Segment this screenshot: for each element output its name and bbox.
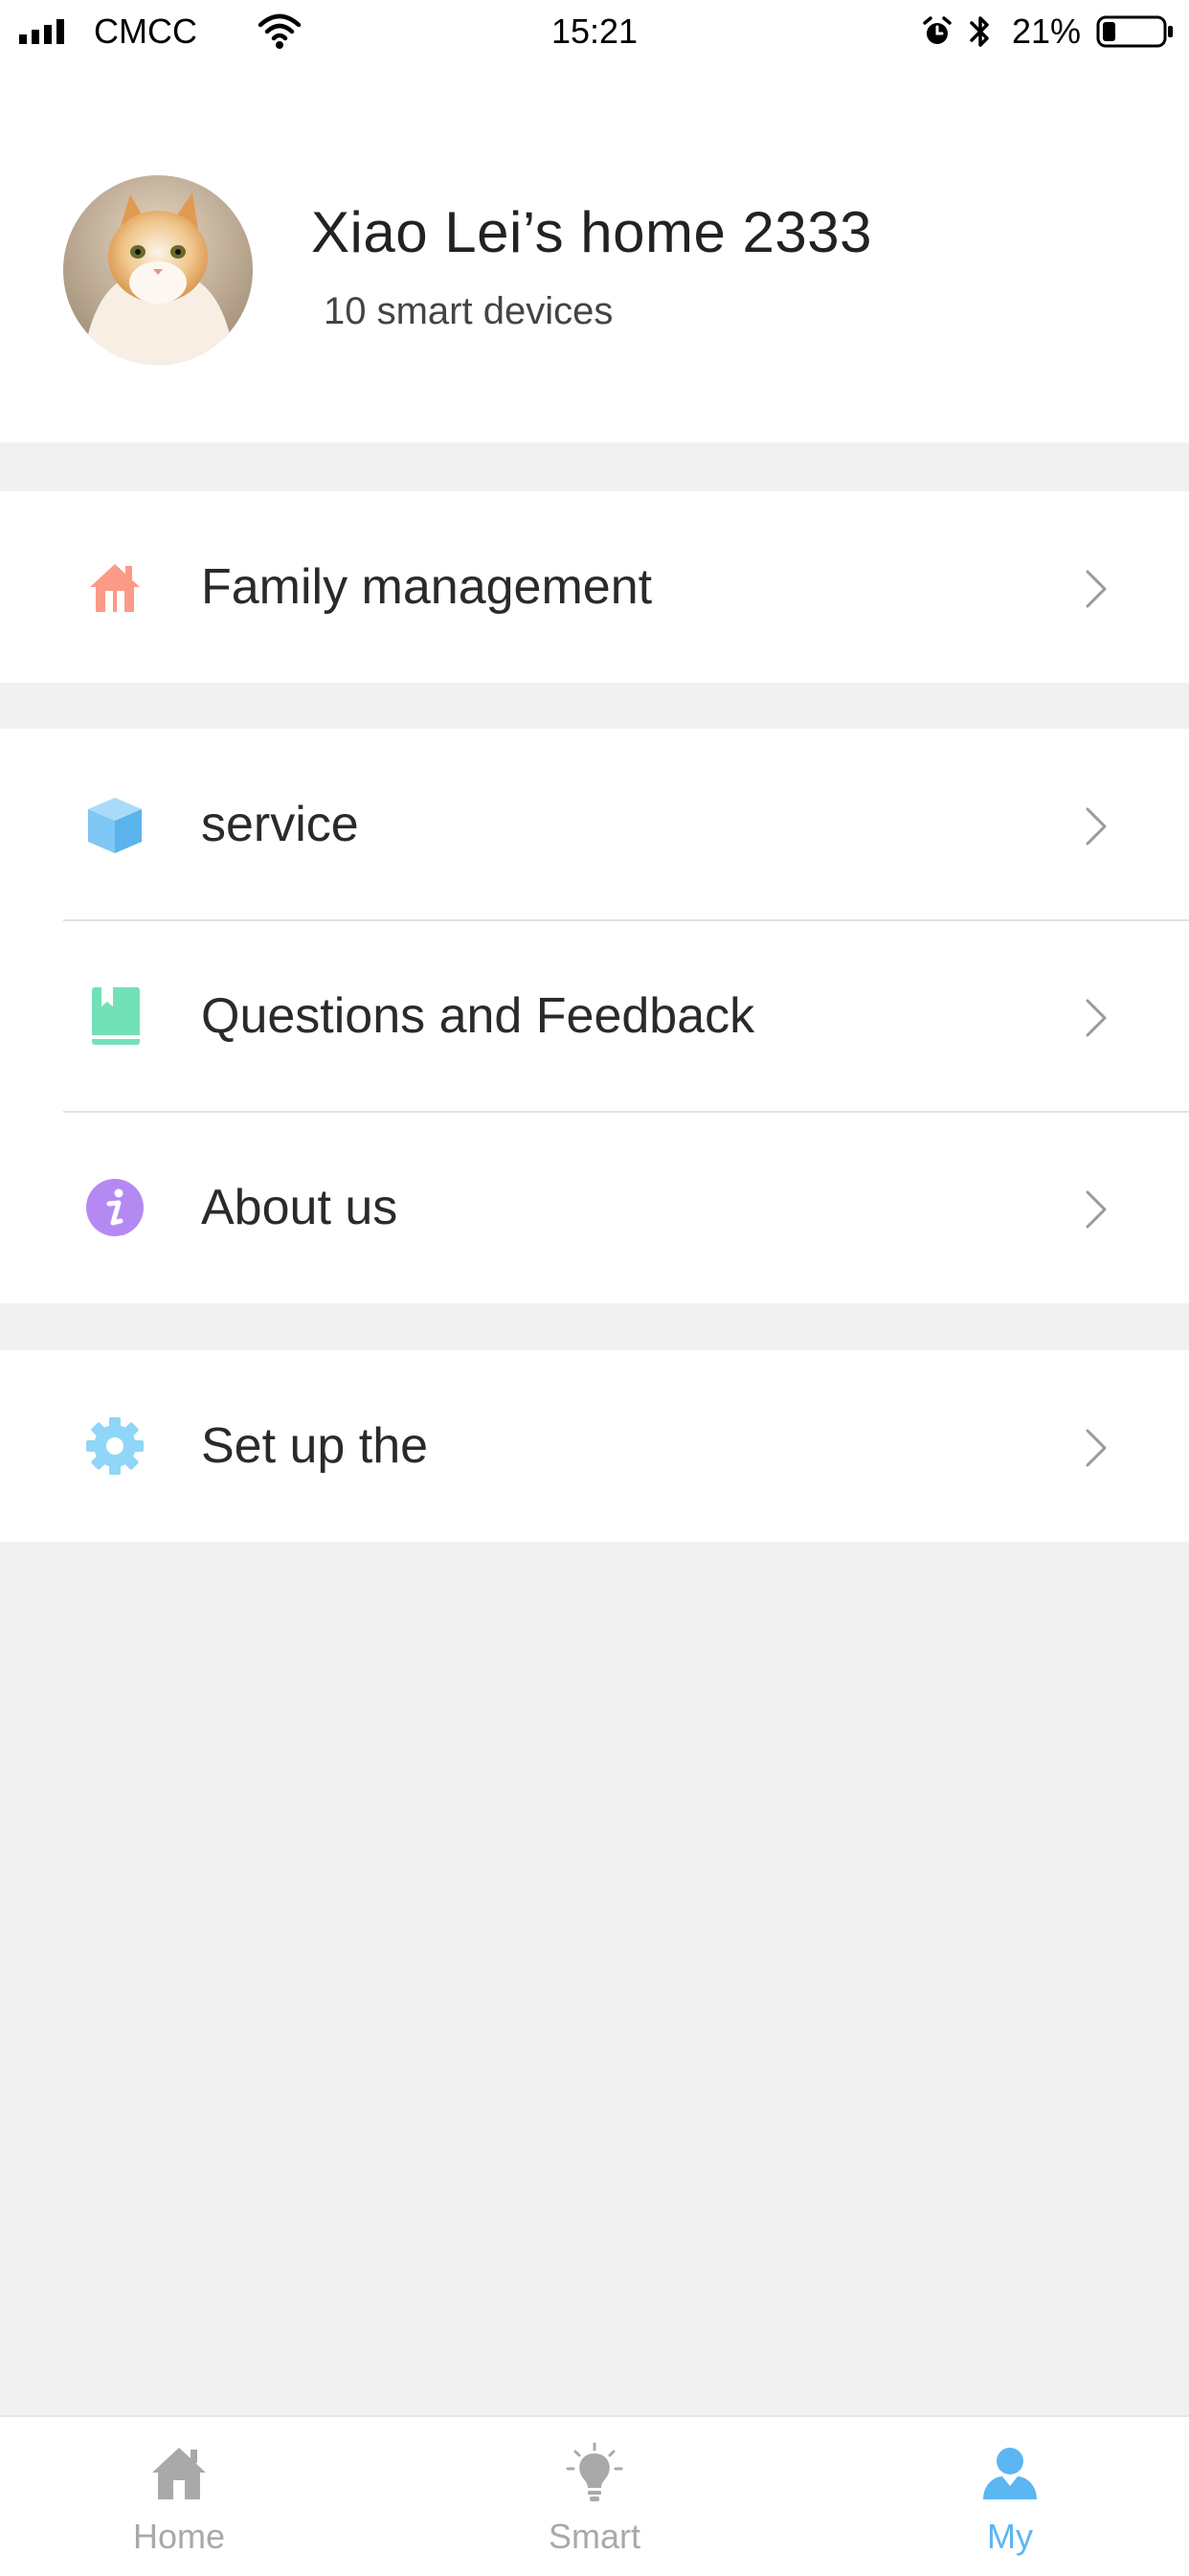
chevron-right-icon	[1086, 1429, 1107, 1467]
menu-label-feedback: Questions and Feedback	[201, 988, 755, 1044]
clock: 15:21	[550, 11, 639, 51]
tab-my[interactable]: My	[876, 2417, 1144, 2576]
lightbulb-icon	[566, 2442, 623, 2501]
menu-label-family: Family management	[201, 559, 653, 615]
house-icon	[90, 564, 140, 612]
alarm-icon	[923, 16, 952, 44]
device-count: 10 smart devices	[324, 290, 614, 332]
menu-group-settings: Set up the	[0, 1350, 1189, 1542]
menu-item-about-us[interactable]: About us	[0, 1112, 1189, 1303]
tab-label-home: Home	[132, 2517, 226, 2556]
tab-smart[interactable]: Smart	[460, 2417, 729, 2576]
profile-header[interactable]: Xiao Lei’s home 2333 10 smart devices	[0, 63, 1189, 442]
menu-label-service: service	[201, 797, 359, 852]
home-icon	[152, 2448, 206, 2499]
book-icon	[92, 987, 140, 1045]
chevron-right-icon	[1086, 1190, 1107, 1229]
menu-label-about: About us	[201, 1180, 398, 1235]
tab-label-my: My	[987, 2517, 1033, 2556]
chevron-right-icon	[1086, 807, 1107, 846]
menu-item-service[interactable]: service	[0, 729, 1189, 920]
chevron-right-icon	[1086, 999, 1107, 1037]
user-icon	[983, 2448, 1037, 2499]
cube-icon	[88, 798, 142, 853]
menu-group-info: service Questions and Feedback About us	[0, 729, 1189, 1303]
menu-item-set-up[interactable]: Set up the	[0, 1350, 1189, 1542]
menu-item-questions-feedback[interactable]: Questions and Feedback	[0, 920, 1189, 1112]
status-bar: CMCC 15:21 21%	[0, 0, 1189, 63]
tab-bar: Home Smart My	[0, 2415, 1189, 2576]
cat-avatar	[63, 175, 253, 365]
menu-item-family-management[interactable]: Family management	[0, 491, 1189, 683]
battery-icon	[1096, 15, 1173, 48]
menu-label-setup: Set up the	[201, 1418, 429, 1474]
menu-group-family: Family management	[0, 491, 1189, 683]
gear-icon	[86, 1417, 144, 1475]
bluetooth-icon	[970, 16, 989, 47]
battery-percent: 21%	[1012, 11, 1082, 51]
avatar[interactable]	[63, 175, 253, 365]
tab-label-smart: Smart	[548, 2517, 640, 2556]
tab-home[interactable]: Home	[45, 2417, 313, 2576]
home-name: Xiao Lei’s home 2333	[311, 200, 872, 264]
chevron-right-icon	[1086, 570, 1107, 608]
info-icon	[86, 1179, 144, 1236]
